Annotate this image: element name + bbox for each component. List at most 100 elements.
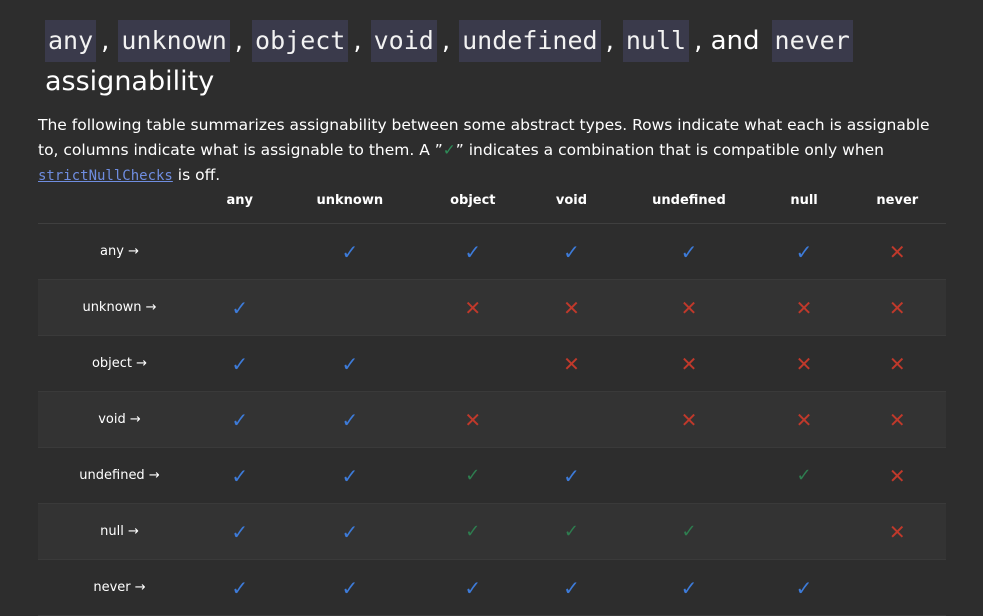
type-unknown-code: unknown bbox=[118, 20, 230, 62]
table-cell: ✕ bbox=[848, 391, 946, 448]
cross-icon: ✕ bbox=[680, 295, 698, 320]
check-icon: ✓ bbox=[341, 575, 359, 600]
type-object-code: object bbox=[252, 20, 349, 62]
check-icon: ✓ bbox=[563, 239, 580, 264]
table-cell: ✕ bbox=[848, 503, 946, 560]
table-cell: ✓ bbox=[278, 503, 422, 560]
table-cell: ✕ bbox=[618, 279, 760, 336]
table-cell: ✓ bbox=[278, 335, 422, 392]
table-row: undefined → ✓ ✓ ✓ ✓ ✓ ✕ bbox=[38, 447, 946, 504]
table-cell: ✕ bbox=[848, 223, 946, 280]
cross-icon: ✕ bbox=[795, 351, 813, 376]
table-cell: ✓ bbox=[201, 335, 279, 392]
column-header: unknown bbox=[278, 177, 422, 224]
table-cell: ✓ bbox=[421, 223, 525, 280]
cross-icon: ✕ bbox=[464, 407, 482, 432]
title-and: , and bbox=[694, 26, 760, 56]
table-cell: ✕ bbox=[848, 335, 946, 392]
column-header-empty bbox=[38, 177, 202, 224]
table-cell: ✓ bbox=[759, 559, 849, 616]
title-separator: , bbox=[353, 26, 362, 56]
check-icon: ✓ bbox=[465, 465, 481, 486]
table-cell: ✓ bbox=[759, 223, 849, 280]
table-cell: ✓ bbox=[618, 223, 760, 280]
table-cell: ✓ bbox=[278, 391, 422, 448]
check-icon: ✓ bbox=[681, 521, 697, 542]
column-header: object bbox=[421, 177, 525, 224]
check-icon: ✓ bbox=[231, 295, 249, 320]
table-cell: ✕ bbox=[848, 447, 946, 504]
table-cell bbox=[848, 559, 946, 616]
table-cell bbox=[278, 279, 422, 336]
table-cell: ✓ bbox=[524, 559, 619, 616]
description-text: ” indicates a combination that is compat… bbox=[455, 141, 884, 159]
row-header: undefined → bbox=[38, 447, 202, 504]
check-icon: ✓ bbox=[231, 407, 249, 432]
cross-icon: ✕ bbox=[563, 295, 580, 320]
check-icon: ✓ bbox=[795, 239, 813, 264]
type-any-code: any bbox=[45, 20, 97, 62]
assignability-table: any unknown object void undefined null n… bbox=[38, 177, 946, 616]
inline-check-icon: ✓ bbox=[442, 141, 456, 159]
column-header: undefined bbox=[618, 177, 760, 224]
cross-icon: ✕ bbox=[464, 295, 482, 320]
title-separator: , bbox=[605, 26, 614, 56]
check-icon: ✓ bbox=[341, 351, 359, 376]
table-cell: ✓ bbox=[278, 223, 422, 280]
cross-icon: ✕ bbox=[680, 351, 698, 376]
check-icon: ✓ bbox=[341, 407, 359, 432]
table-cell: ✕ bbox=[759, 335, 849, 392]
table-row: void → ✓ ✓ ✕ ✕ ✕ ✕ bbox=[38, 391, 946, 448]
table-cell: ✕ bbox=[759, 391, 849, 448]
table-row: object → ✓ ✓ ✕ ✕ ✕ ✕ bbox=[38, 335, 946, 392]
check-icon: ✓ bbox=[796, 465, 812, 486]
table-cell: ✕ bbox=[524, 279, 619, 336]
title-separator: , bbox=[101, 26, 110, 56]
table-cell: ✕ bbox=[618, 335, 760, 392]
check-icon: ✓ bbox=[341, 463, 359, 488]
column-header: null bbox=[759, 177, 849, 224]
check-icon: ✓ bbox=[341, 519, 359, 544]
table-cell bbox=[759, 503, 849, 560]
table-cell: ✓ bbox=[421, 559, 525, 616]
table-cell: ✕ bbox=[524, 335, 619, 392]
table-cell: ✓ bbox=[618, 503, 760, 560]
title-suffix: assignability bbox=[45, 66, 215, 97]
table-cell: ✓ bbox=[201, 279, 279, 336]
table-cell: ✓ bbox=[759, 447, 849, 504]
table-header-row: any unknown object void undefined null n… bbox=[38, 177, 946, 224]
table-cell bbox=[524, 391, 619, 448]
column-header: void bbox=[524, 177, 619, 224]
page-title: any, unknown, object, void, undefined, n… bbox=[45, 20, 945, 102]
table-cell: ✓ bbox=[278, 447, 422, 504]
table-cell: ✓ bbox=[201, 503, 279, 560]
table-cell: ✓ bbox=[201, 447, 279, 504]
cross-icon: ✕ bbox=[795, 295, 813, 320]
cross-icon: ✕ bbox=[888, 239, 906, 264]
table-body: any → ✓ ✓ ✓ ✓ ✓ ✕ unknown → ✓ ✕ ✕ ✕ ✕ ✕ object → ✓ ✓ ✕ ✕ ✕ ✕… bbox=[38, 223, 946, 616]
column-header: never bbox=[848, 177, 946, 224]
table-cell: ✓ bbox=[421, 503, 525, 560]
check-icon: ✓ bbox=[341, 239, 359, 264]
row-header: any → bbox=[38, 223, 202, 280]
cross-icon: ✕ bbox=[888, 463, 906, 488]
check-icon: ✓ bbox=[231, 575, 249, 600]
row-header: null → bbox=[38, 503, 202, 560]
cross-icon: ✕ bbox=[680, 407, 698, 432]
check-icon: ✓ bbox=[795, 575, 813, 600]
table-cell: ✓ bbox=[421, 447, 525, 504]
column-header: any bbox=[201, 177, 279, 224]
table-cell: ✓ bbox=[524, 503, 619, 560]
cross-icon: ✕ bbox=[888, 407, 906, 432]
table-cell: ✕ bbox=[421, 391, 525, 448]
table-row: any → ✓ ✓ ✓ ✓ ✓ ✕ bbox=[38, 223, 946, 280]
table-cell: ✓ bbox=[524, 447, 619, 504]
cross-icon: ✕ bbox=[888, 519, 906, 544]
title-separator: , bbox=[234, 26, 244, 56]
cross-icon: ✕ bbox=[888, 351, 906, 376]
check-icon: ✓ bbox=[680, 575, 698, 600]
table-cell: ✓ bbox=[278, 559, 422, 616]
table-row: unknown → ✓ ✕ ✕ ✕ ✕ ✕ bbox=[38, 279, 946, 336]
check-icon: ✓ bbox=[563, 575, 580, 600]
row-header: unknown → bbox=[38, 279, 202, 336]
